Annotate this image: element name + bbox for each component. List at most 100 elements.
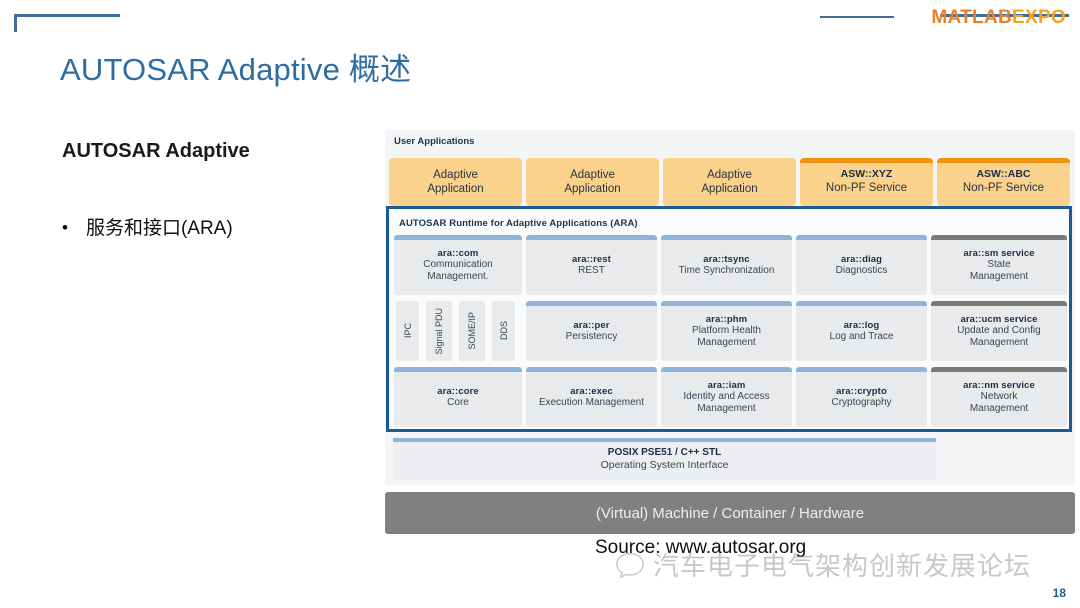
ara-module-title: ara::crypto xyxy=(836,385,887,397)
section-heading: AUTOSAR Adaptive xyxy=(62,140,250,162)
brand-rule xyxy=(820,16,894,18)
ara-module-subtitle: Communication xyxy=(423,258,493,270)
ara-module-title: ara::ucm service xyxy=(960,313,1038,325)
ara-module-box: ara::core Core xyxy=(394,367,522,427)
page-title: AUTOSAR Adaptive 概述 xyxy=(60,52,412,87)
protocol-chip-label: IPC xyxy=(402,323,413,339)
ara-module-box: ara::tsync Time Synchronization xyxy=(661,235,792,295)
ara-module-subtitle: Management. xyxy=(427,270,489,282)
brand-matlab: MATLAB xyxy=(931,7,1012,28)
forum-watermark: 汽车电子电气架构创新发展论坛 xyxy=(615,546,1031,583)
ara-module-box: ara::sm service State Management xyxy=(931,235,1067,295)
application-box-line2: Application xyxy=(564,183,621,195)
ara-module-subtitle: Management xyxy=(697,336,756,348)
ara-module-cap xyxy=(661,367,792,372)
ara-module-title: ara::rest xyxy=(572,253,611,265)
os-layer-subtitle: Operating System Interface xyxy=(600,458,729,471)
ara-module-subtitle: Execution Management xyxy=(538,396,645,408)
brand-expo: EXPO xyxy=(1012,7,1066,28)
ara-module-title: ara::core xyxy=(437,385,479,397)
application-box: Adaptive Application xyxy=(663,158,796,206)
autosar-architecture-diagram: User Applications Adaptive Application Ada… xyxy=(385,130,1075,534)
ara-module-subtitle: Time Synchronization xyxy=(678,264,775,276)
ara-module-box: ara::phm Platform Health Management xyxy=(661,301,792,361)
speech-bubble-icon xyxy=(616,552,644,579)
application-box: ASW::ABC Non-PF Service xyxy=(937,158,1070,206)
decorative-mask xyxy=(120,10,940,22)
ara-module-box: ara::iam Identity and Access Management xyxy=(661,367,792,427)
ara-module-subtitle: Management xyxy=(969,336,1029,348)
ara-frame: AUTOSAR Runtime for Adaptive Application… xyxy=(386,206,1072,432)
ara-module-title: ara::diag xyxy=(840,253,883,265)
ara-module-subtitle: Identity and Access xyxy=(683,390,770,402)
ara-module-title: ara::nm service xyxy=(963,379,1035,391)
application-box-line2: Non-PF Service xyxy=(962,182,1045,195)
ara-module-subtitle: Log and Trace xyxy=(829,330,894,342)
bullet-label: 服务和接口(ARA) xyxy=(85,218,233,239)
ara-module-box: ara::crypto Cryptography xyxy=(796,367,927,427)
ara-module-box: ara::per Persistency xyxy=(526,301,657,361)
application-box: Adaptive Application xyxy=(389,158,522,206)
protocol-chip-label: DDS xyxy=(498,321,509,341)
ara-module-cap xyxy=(394,367,522,372)
ara-module-subtitle: Network xyxy=(980,390,1018,402)
ara-module-subtitle: Management xyxy=(697,402,756,414)
ara-module-title: ara::iam xyxy=(707,379,746,391)
ara-module-subtitle: Update and Config xyxy=(957,324,1041,336)
os-layer-title: POSIX PSE51 / C++ STL xyxy=(607,446,722,458)
ara-module-title: ara::phm xyxy=(705,313,748,325)
ara-module-cap xyxy=(526,301,657,306)
ara-module-subtitle: State xyxy=(987,258,1011,270)
ara-module-subtitle: REST xyxy=(578,264,605,276)
ara-module-cap xyxy=(931,301,1067,306)
ara-module-cap xyxy=(394,235,522,240)
ara-module-title: ara::exec xyxy=(570,385,613,397)
application-box-cap xyxy=(937,158,1070,163)
ara-module-title: ara::per xyxy=(573,319,610,331)
os-layer-cap xyxy=(393,438,936,442)
application-box-line1: Adaptive xyxy=(433,168,478,181)
ara-module-cap xyxy=(526,367,657,372)
application-box-line1: ASW::XYZ xyxy=(840,168,893,181)
ara-module-subtitle: Management xyxy=(969,402,1029,414)
ara-module-title: ara::tsync xyxy=(703,253,750,265)
forum-watermark-text: 汽车电子电气架构创新发展论坛 xyxy=(653,551,1032,581)
protocol-chip-label: SOME/IP xyxy=(467,312,477,350)
ara-module-title: ara::com xyxy=(437,247,479,259)
ara-module-box: ara::ucm service Update and Config Managem… xyxy=(931,301,1067,361)
ara-module-box: ara::exec Execution Management xyxy=(526,367,657,427)
protocol-chip: IPC xyxy=(396,301,419,361)
application-box: ASW::XYZ Non-PF Service xyxy=(800,158,933,206)
protocol-chip: DDS xyxy=(492,301,515,361)
ara-module-subtitle: Persistency xyxy=(565,330,618,342)
ara-header-label: AUTOSAR Runtime for Adaptive Application… xyxy=(399,218,638,229)
user-applications-label: User Applications xyxy=(394,136,475,147)
ara-module-box: ara::rest REST xyxy=(526,235,657,295)
ara-module-title: ara::sm service xyxy=(963,247,1035,259)
application-box-line1: Adaptive xyxy=(570,168,615,181)
ara-module-cap xyxy=(796,301,927,306)
protocol-chip-label: Signal PDU xyxy=(434,307,444,355)
slide: MATLABEXPO AUTOSAR Adaptive 概述 AUTOSAR A… xyxy=(0,0,1080,608)
ara-module-subtitle: Platform Health xyxy=(692,324,761,336)
ara-module-box: ara::nm service Network Management xyxy=(931,367,1067,427)
ara-module-subtitle: Management xyxy=(969,270,1029,282)
os-interface-layer: POSIX PSE51 / C++ STL Operating System I… xyxy=(393,438,936,480)
page-number: 18 xyxy=(1052,586,1066,600)
hardware-layer: (Virtual) Machine / Container / Hardware xyxy=(385,492,1075,534)
ara-module-subtitle: Cryptography xyxy=(831,396,892,408)
ara-module-cap xyxy=(796,367,927,372)
matlab-expo-logo: MATLABEXPO xyxy=(931,7,1066,29)
application-box-line2: Application xyxy=(427,183,484,195)
ara-module-cap xyxy=(661,301,792,306)
protocol-chip: Signal PDU xyxy=(426,301,452,361)
application-box-line1: ASW::ABC xyxy=(976,168,1031,181)
ara-module-box: ara::diag Diagnostics xyxy=(796,235,927,295)
ara-module-title: ara::log xyxy=(843,319,880,331)
protocol-chip: SOME/IP xyxy=(459,301,485,361)
ara-module-cap xyxy=(931,235,1067,240)
ara-module-cap xyxy=(661,235,792,240)
application-box: Adaptive Application xyxy=(526,158,659,206)
ara-module-box: ara::com Communication Management. xyxy=(394,235,522,295)
hardware-layer-label: (Virtual) Machine / Container / Hardware xyxy=(595,504,865,522)
